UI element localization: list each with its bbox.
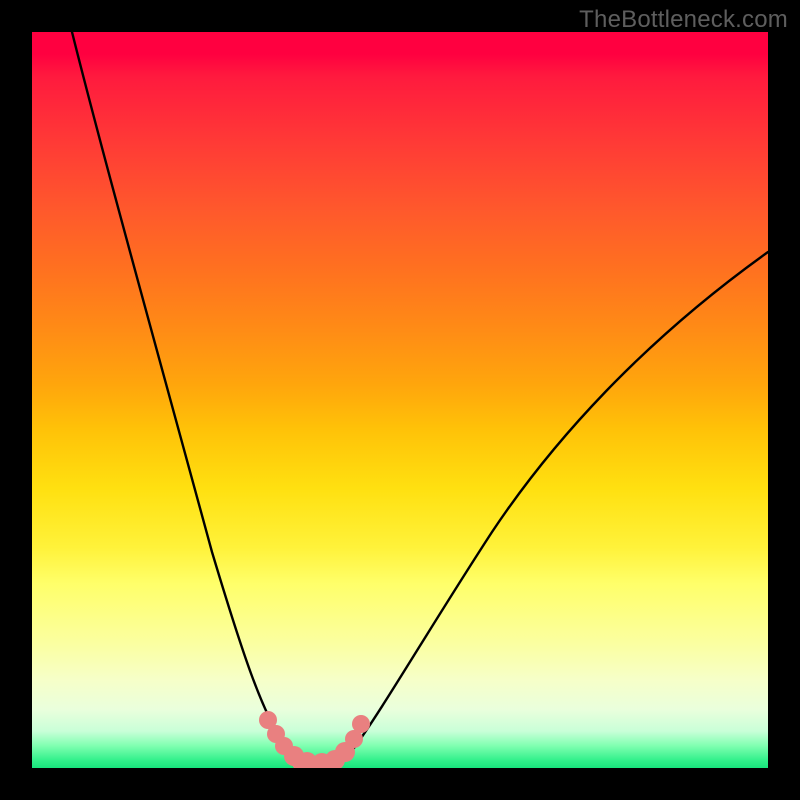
chart-frame: TheBottleneck.com <box>0 0 800 800</box>
bottleneck-curve <box>72 32 768 767</box>
plot-area <box>32 32 768 768</box>
curve-layer <box>32 32 768 768</box>
near-zero-markers <box>259 711 370 768</box>
watermark-text: TheBottleneck.com <box>579 6 788 34</box>
